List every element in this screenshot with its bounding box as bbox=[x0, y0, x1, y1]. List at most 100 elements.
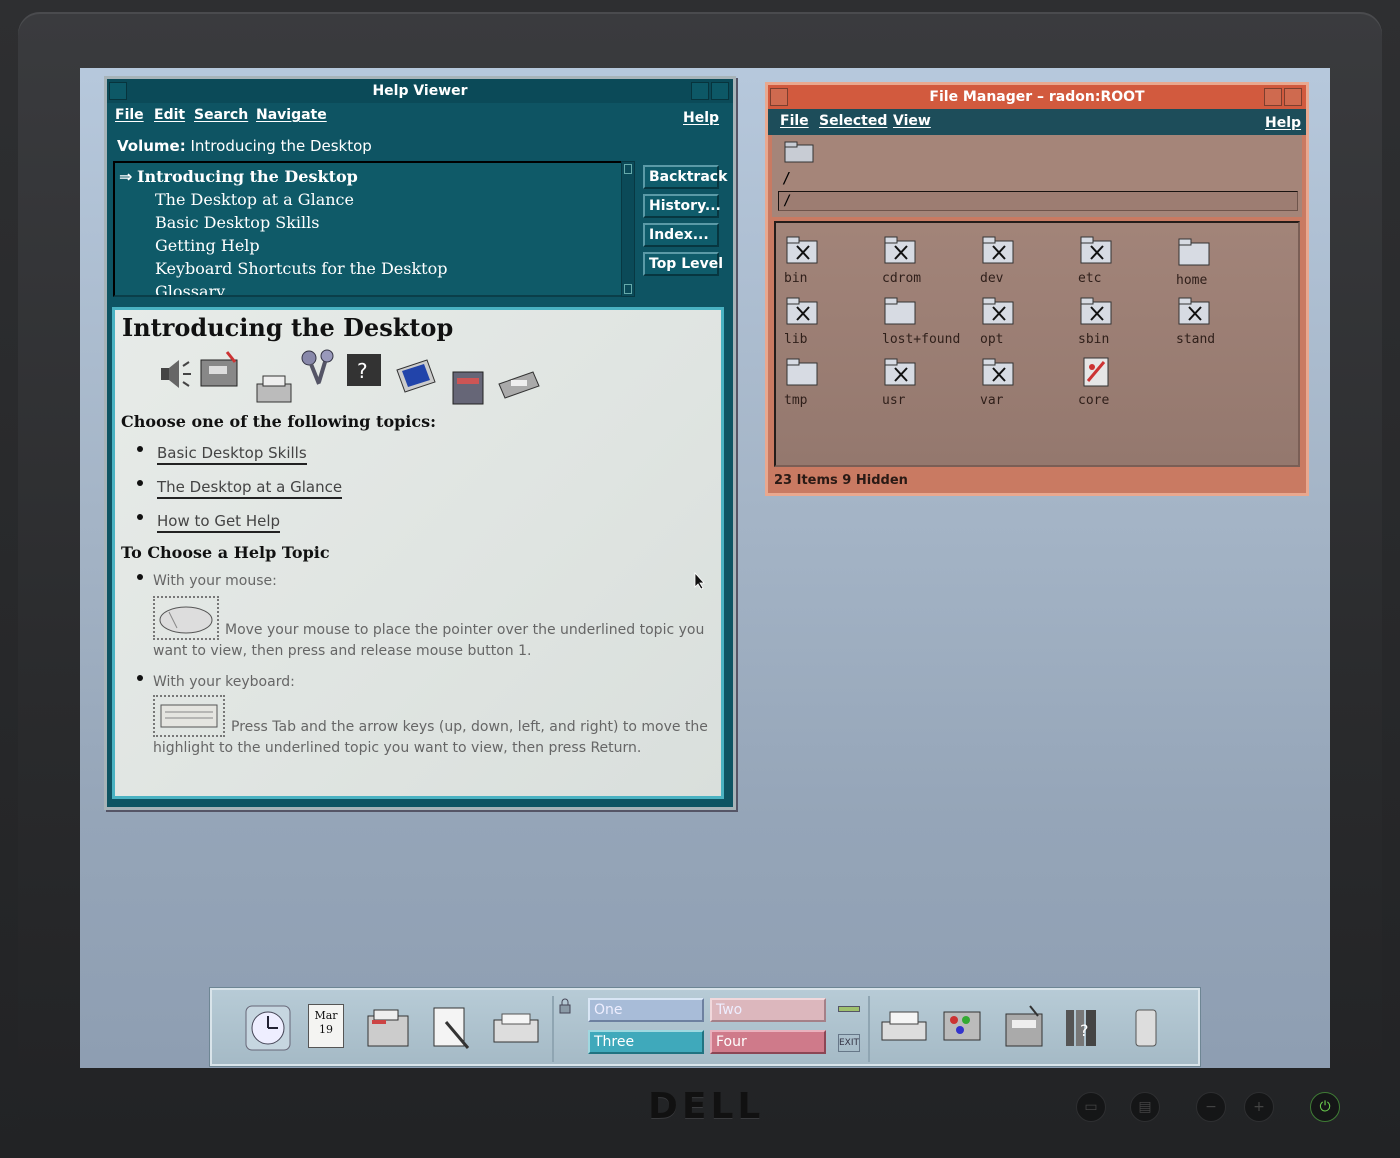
style-manager-icon[interactable] bbox=[934, 1002, 994, 1054]
clock-icon[interactable] bbox=[238, 1002, 298, 1054]
file-item-opt[interactable]: opt bbox=[974, 296, 1070, 352]
calendar-icon[interactable]: Mar 19 bbox=[308, 1004, 344, 1048]
scroll-up-arrow-icon[interactable] bbox=[624, 164, 632, 174]
file-item-stand[interactable]: stand bbox=[1170, 296, 1266, 352]
workspace-three-button[interactable]: Three bbox=[588, 1030, 704, 1054]
workspace-four-button[interactable]: Four bbox=[710, 1030, 826, 1054]
file-manager-icon[interactable] bbox=[358, 1002, 418, 1054]
workspace-two-button[interactable]: Two bbox=[710, 998, 826, 1022]
topic-item-getting-help[interactable]: Getting Help bbox=[155, 236, 260, 255]
topic-item-glance[interactable]: The Desktop at a Glance bbox=[155, 190, 354, 209]
help-viewer-titlebar[interactable]: Help Viewer bbox=[107, 79, 733, 103]
bullet-icon bbox=[137, 480, 143, 486]
monitor-minus-button[interactable]: − bbox=[1196, 1092, 1226, 1122]
topic-item-basic-skills[interactable]: Basic Desktop Skills bbox=[155, 213, 319, 232]
backtrack-button[interactable]: Backtrack bbox=[643, 165, 727, 189]
svg-text:?: ? bbox=[1080, 1021, 1089, 1040]
topic-list-scrollbar[interactable] bbox=[621, 161, 635, 297]
mouse-pointer-icon bbox=[694, 572, 705, 590]
menu-search[interactable]: Search bbox=[194, 107, 248, 123]
file-item-sbin[interactable]: sbin bbox=[1072, 296, 1168, 352]
path-text-field[interactable]: / bbox=[778, 191, 1298, 211]
file-item-label: tmp bbox=[784, 393, 808, 408]
current-path-label[interactable]: / bbox=[782, 169, 791, 187]
file-item-bin[interactable]: bin bbox=[778, 235, 874, 291]
file-item-home[interactable]: home bbox=[1170, 237, 1266, 293]
file-item-label: home bbox=[1176, 273, 1208, 288]
file-manager-menubar: File Selected View Help bbox=[768, 109, 1306, 135]
file-item-tmp[interactable]: tmp bbox=[778, 357, 874, 413]
lock-icon[interactable] bbox=[558, 998, 572, 1014]
menu-help[interactable]: Help bbox=[1265, 115, 1301, 131]
minimize-button[interactable] bbox=[691, 82, 709, 100]
speaker-icon bbox=[161, 360, 191, 388]
topic-item-keyboard-shortcuts[interactable]: Keyboard Shortcuts for the Desktop bbox=[155, 259, 447, 278]
file-item-label: lost+found bbox=[882, 332, 961, 347]
panel-divider bbox=[552, 996, 554, 1062]
file-item-core[interactable]: core bbox=[1072, 357, 1168, 413]
terminal-icon bbox=[396, 359, 436, 393]
menu-edit[interactable]: Edit bbox=[154, 107, 185, 123]
topic-item-glossary[interactable]: Glossary bbox=[155, 282, 225, 295]
mouse-label: With your mouse: bbox=[153, 573, 277, 589]
window-menu-button[interactable] bbox=[109, 82, 127, 100]
file-item-label: opt bbox=[980, 332, 1004, 347]
monitor-brand-logo: DELL bbox=[648, 1086, 765, 1127]
menu-navigate[interactable]: Navigate bbox=[256, 107, 327, 123]
monitor-menu-button[interactable]: ▤ bbox=[1130, 1092, 1160, 1122]
file-manager-titlebar[interactable]: File Manager – radon:ROOT bbox=[768, 85, 1306, 109]
menu-file[interactable]: File bbox=[115, 107, 144, 123]
topic-item-introducing[interactable]: Introducing the Desktop bbox=[137, 167, 358, 186]
front-panel: Mar 19 One Two Three Four EXIT ? bbox=[210, 988, 1200, 1066]
menu-view[interactable]: View bbox=[893, 113, 931, 129]
exit-button[interactable]: EXIT bbox=[838, 1034, 860, 1052]
monitor-input-button[interactable]: ▭ bbox=[1076, 1092, 1106, 1122]
index-button[interactable]: Index... bbox=[643, 223, 719, 247]
file-item-var[interactable]: var bbox=[974, 357, 1070, 413]
toolbox-icon bbox=[200, 351, 238, 387]
top-level-button[interactable]: Top Level bbox=[643, 252, 723, 276]
printer-icon[interactable] bbox=[874, 1002, 934, 1054]
menu-file[interactable]: File bbox=[780, 113, 809, 129]
minimize-button[interactable] bbox=[1264, 88, 1282, 106]
file-item-lost-found[interactable]: lost+found bbox=[876, 296, 972, 352]
keys-icon bbox=[301, 349, 334, 385]
printer-illustration-icon bbox=[256, 375, 292, 403]
mouse-instructions-line1: Move your mouse to place the pointer ove… bbox=[225, 622, 705, 638]
maximize-button[interactable] bbox=[711, 82, 729, 100]
history-button[interactable]: History... bbox=[643, 194, 721, 218]
window-menu-button[interactable] bbox=[770, 88, 788, 106]
trash-icon[interactable] bbox=[1116, 1002, 1176, 1054]
monitor-plus-button[interactable]: + bbox=[1244, 1092, 1274, 1122]
volume-line: Volume: Introducing the Desktop bbox=[117, 137, 372, 155]
locked-folder-icon bbox=[1080, 297, 1112, 325]
bullet-icon bbox=[137, 675, 143, 681]
svg-text:?: ? bbox=[357, 359, 368, 383]
scroll-down-arrow-icon[interactable] bbox=[624, 284, 632, 294]
text-editor-icon[interactable] bbox=[422, 1002, 482, 1054]
file-item-label: usr bbox=[882, 393, 906, 408]
help-manager-icon[interactable]: ? bbox=[1054, 1002, 1114, 1054]
file-item-dev[interactable]: dev bbox=[974, 235, 1070, 291]
application-manager-icon[interactable] bbox=[994, 1002, 1054, 1054]
mailer-icon[interactable] bbox=[486, 1002, 546, 1054]
menu-help[interactable]: Help bbox=[683, 110, 719, 126]
file-item-lib[interactable]: lib bbox=[778, 296, 874, 352]
workspace-one-button[interactable]: One bbox=[588, 998, 704, 1022]
maximize-button[interactable] bbox=[1284, 88, 1302, 106]
power-icon[interactable]: ⏻ bbox=[1310, 1092, 1340, 1122]
help-books-icon: ? bbox=[347, 354, 381, 386]
file-item-etc[interactable]: etc bbox=[1072, 235, 1168, 291]
volume-name: Introducing the Desktop bbox=[190, 137, 372, 155]
file-icon-view: bin cdrom dev etc home lib lost+found op… bbox=[774, 221, 1300, 467]
parent-folder-icon[interactable] bbox=[784, 141, 814, 163]
mail-tray-icon bbox=[498, 371, 540, 399]
link-basic-desktop-skills[interactable]: Basic Desktop Skills bbox=[157, 444, 307, 465]
link-how-to-get-help[interactable]: How to Get Help bbox=[157, 512, 281, 533]
file-item-cdrom[interactable]: cdrom bbox=[876, 235, 972, 291]
link-desktop-at-a-glance[interactable]: The Desktop at a Glance bbox=[157, 478, 343, 499]
file-item-usr[interactable]: usr bbox=[876, 357, 972, 413]
help-viewer-menubar: File Edit Search Navigate Help bbox=[107, 103, 733, 129]
menu-selected[interactable]: Selected bbox=[819, 113, 887, 129]
choose-topics-heading: Choose one of the following topics: bbox=[121, 412, 437, 431]
